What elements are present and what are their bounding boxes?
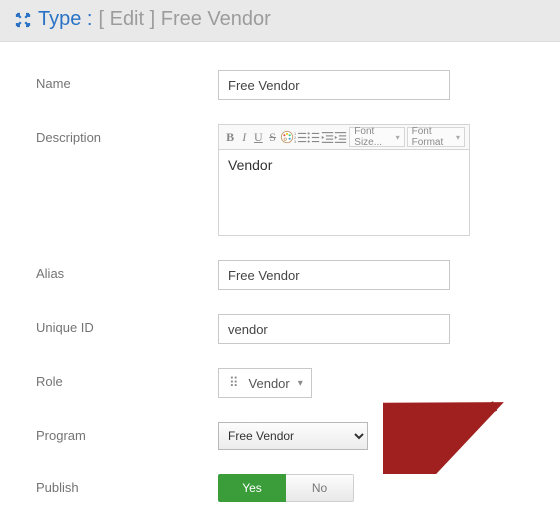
font-size-label: Font Size... (354, 126, 392, 148)
form: Name Description B I U S (0, 42, 560, 502)
page-title: [ Edit ] Free Vendor (98, 8, 270, 31)
description-textarea[interactable]: Vendor (218, 150, 470, 236)
chevron-down-icon: ▾ (456, 133, 460, 142)
role-value: Vendor (249, 376, 290, 391)
alias-label: Alias (36, 260, 218, 281)
ordered-list-button[interactable]: 1 2 3 (294, 127, 307, 147)
name-label: Name (36, 70, 218, 91)
alias-input[interactable] (218, 260, 450, 290)
row-uniqueid: Unique ID (36, 314, 540, 344)
chevron-down-icon: ▾ (396, 133, 400, 142)
role-select[interactable]: ⠿ Vendor ▾ (218, 368, 312, 398)
richtext-editor: B I U S (218, 124, 470, 236)
indent-button[interactable] (334, 127, 347, 147)
color-picker-icon[interactable] (280, 127, 294, 147)
svg-text:3: 3 (294, 139, 297, 144)
editor-toolbar: B I U S (218, 124, 470, 150)
program-select[interactable]: Free Vendor (218, 422, 368, 450)
row-alias: Alias (36, 260, 540, 290)
drag-handle-icon: ⠿ (229, 376, 241, 391)
publish-toggle[interactable]: Yes No (218, 474, 354, 502)
bold-button[interactable]: B (223, 127, 237, 147)
chevron-down-icon: ▾ (298, 378, 303, 389)
strikethrough-button[interactable]: S (265, 127, 279, 147)
unordered-list-button[interactable] (307, 127, 320, 147)
page-header: Type : [ Edit ] Free Vendor (0, 0, 560, 42)
program-label: Program (36, 422, 218, 443)
description-label: Description (36, 124, 218, 145)
font-format-select[interactable]: Font Format ▾ (407, 127, 465, 147)
outdent-button[interactable] (321, 127, 334, 147)
uniqueid-input[interactable] (218, 314, 450, 344)
expand-icon[interactable] (14, 11, 32, 29)
publish-yes-option[interactable]: Yes (218, 474, 286, 502)
row-name: Name (36, 70, 540, 100)
row-program: Program Free Vendor (36, 422, 540, 450)
publish-no-option[interactable]: No (286, 474, 354, 502)
role-label: Role (36, 368, 218, 389)
row-description: Description B I U S (36, 124, 540, 236)
header-type-label: Type : (38, 8, 92, 31)
annotation-arrow-icon (383, 394, 513, 474)
font-size-select[interactable]: Font Size... ▾ (349, 127, 404, 147)
italic-button[interactable]: I (237, 127, 251, 147)
name-input[interactable] (218, 70, 450, 100)
uniqueid-label: Unique ID (36, 314, 218, 335)
publish-label: Publish (36, 474, 218, 495)
row-publish: Publish Yes No (36, 474, 540, 502)
font-format-label: Font Format (412, 126, 453, 148)
underline-button[interactable]: U (251, 127, 265, 147)
row-role: Role ⠿ Vendor ▾ (36, 368, 540, 398)
